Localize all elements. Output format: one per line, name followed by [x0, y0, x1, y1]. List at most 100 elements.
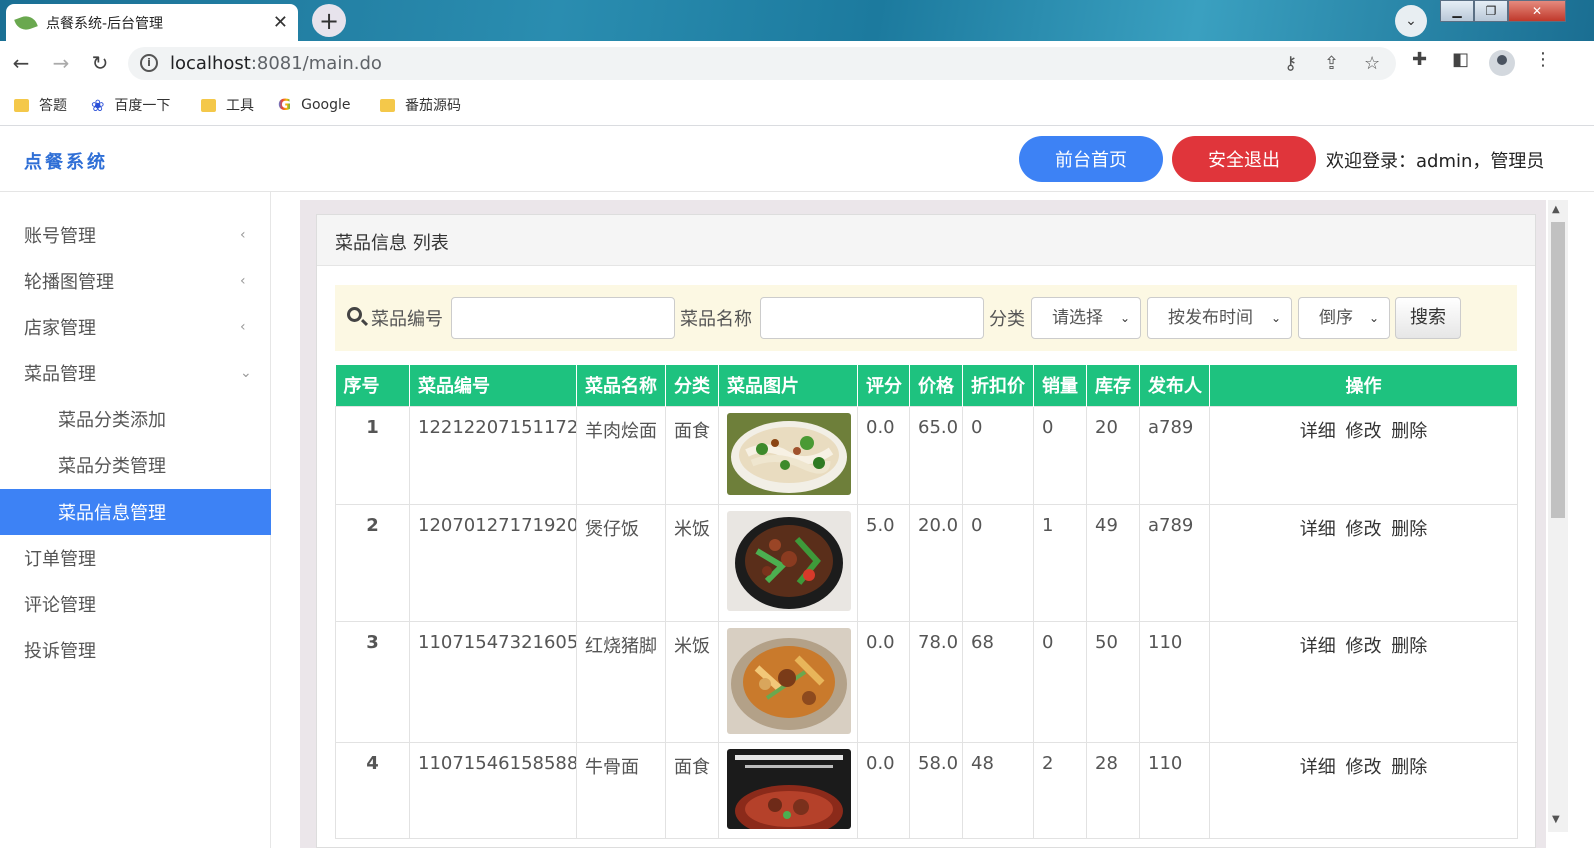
search-button[interactable]: 搜索: [1395, 297, 1461, 339]
discount-cell: 0: [962, 503, 1034, 622]
side-panel-icon[interactable]: ◧: [1452, 49, 1469, 70]
bookmark-item[interactable]: 答题: [14, 95, 67, 115]
minimize-icon[interactable]: ▁: [1440, 0, 1474, 22]
sort-field-select[interactable]: 按发布时间 ⌄: [1147, 297, 1292, 339]
edit-link[interactable]: 修改: [1346, 421, 1382, 442]
bookmark-item[interactable]: G Google: [278, 95, 351, 114]
sidebar-item-dish-info[interactable]: 菜品信息管理: [0, 489, 271, 535]
tab-search-chevron-icon[interactable]: ⌄: [1395, 5, 1427, 37]
detail-link[interactable]: 详细: [1300, 636, 1336, 657]
delete-link[interactable]: 删除: [1391, 421, 1427, 442]
logout-button[interactable]: 安全退出: [1172, 136, 1316, 182]
dish-image-beef-bone-noodle[interactable]: [727, 748, 851, 837]
scrollbar-thumb[interactable]: [1551, 222, 1565, 518]
bookmark-item[interactable]: 番茄源码: [380, 95, 461, 115]
sidebar-item-comments[interactable]: 评论管理: [0, 581, 271, 627]
url-text: localhost:8081/main.do: [170, 53, 382, 74]
delete-link[interactable]: 删除: [1391, 519, 1427, 540]
bookmark-item[interactable]: 工具: [201, 95, 254, 115]
col-header[interactable]: 价格: [909, 365, 963, 406]
col-header[interactable]: 菜品名称: [576, 365, 666, 406]
sidebar-item-dishes[interactable]: 菜品管理 ⌄: [0, 350, 271, 396]
main-content: 菜品信息 列表 菜品编号 菜品名称 分类 请选择 ⌄ 按发布时间 ⌄ 倒序 ⌄ …: [300, 200, 1546, 848]
price-cell: 65.0: [909, 405, 963, 505]
rating-cell: 0.0: [857, 741, 910, 839]
col-header[interactable]: 评分: [857, 365, 910, 406]
discount-cell: 48: [962, 741, 1034, 839]
table-row: 4 11071546158588 牛骨面 面食 0.0 58.0 48 2 28…: [335, 741, 1518, 839]
col-header[interactable]: 库存: [1086, 365, 1140, 406]
sidebar-item-category-manage[interactable]: 菜品分类管理: [0, 442, 271, 488]
dish-code-input[interactable]: [451, 297, 675, 339]
sales-cell: 2: [1033, 741, 1087, 839]
scroll-down-arrow-icon[interactable]: ▼: [1552, 814, 1560, 825]
bookmark-star-icon[interactable]: ☆: [1364, 53, 1380, 74]
dish-image-braised-pork-trotter[interactable]: [727, 627, 851, 734]
dish-image-mutton-noodle[interactable]: [727, 412, 851, 495]
panel-title: 菜品信息 列表: [335, 233, 449, 254]
vertical-scrollbar[interactable]: ▲ ▼: [1548, 200, 1568, 832]
scroll-up-arrow-icon[interactable]: ▲: [1552, 204, 1560, 215]
sidebar-item-orders[interactable]: 订单管理: [0, 535, 271, 581]
profile-avatar-icon[interactable]: [1489, 50, 1515, 76]
browser-menu-icon[interactable]: ⋮: [1534, 49, 1552, 70]
sidebar-item-complaints[interactable]: 投诉管理: [0, 627, 271, 673]
dish-image-cell: [718, 620, 858, 743]
delete-link[interactable]: 删除: [1391, 757, 1427, 778]
edit-link[interactable]: 修改: [1346, 519, 1382, 540]
sidebar-item-category-add[interactable]: 菜品分类添加: [0, 396, 271, 442]
sales-cell: 0: [1033, 405, 1087, 505]
category-select[interactable]: 请选择 ⌄: [1031, 297, 1141, 339]
extensions-puzzle-icon[interactable]: ✚: [1412, 49, 1427, 70]
restore-icon[interactable]: ❐: [1474, 0, 1508, 22]
new-tab-button[interactable]: +: [312, 4, 346, 37]
brand-title[interactable]: 点餐系统: [24, 148, 108, 174]
col-header[interactable]: 序号: [335, 365, 410, 406]
col-header[interactable]: 菜品编号: [409, 365, 577, 406]
sales-cell: 0: [1033, 620, 1087, 743]
chevron-down-icon: ⌄: [1368, 311, 1379, 325]
reload-icon[interactable]: ↻: [88, 51, 112, 75]
edit-link[interactable]: 修改: [1346, 636, 1382, 657]
search-bar: 菜品编号 菜品名称 分类 请选择 ⌄ 按发布时间 ⌄ 倒序 ⌄ 搜索: [335, 285, 1517, 351]
delete-link[interactable]: 删除: [1391, 636, 1427, 657]
forward-icon[interactable]: →: [49, 51, 73, 75]
dish-image-claypot-rice[interactable]: [727, 510, 851, 611]
chevron-down-icon: ⌄: [1119, 311, 1130, 325]
dish-name-cell: 羊肉烩面: [576, 405, 666, 505]
publisher-cell: 110: [1139, 620, 1210, 743]
dish-image-cell: [718, 503, 858, 622]
close-tab-icon[interactable]: ✕: [273, 12, 288, 33]
detail-link[interactable]: 详细: [1300, 757, 1336, 778]
welcome-text: 欢迎登录：admin，管理员: [1326, 151, 1545, 172]
sidebar-item-carousel[interactable]: 轮播图管理 ‹: [0, 258, 271, 304]
frontend-home-button[interactable]: 前台首页: [1019, 136, 1163, 182]
site-info-icon[interactable]: i: [140, 54, 158, 72]
back-icon[interactable]: ←: [9, 51, 33, 75]
dish-name-input[interactable]: [760, 297, 984, 339]
sidebar-item-accounts[interactable]: 账号管理 ‹: [0, 212, 271, 258]
window-close-icon[interactable]: ✕: [1508, 0, 1566, 22]
url-omnibox[interactable]: i localhost:8081/main.do ⚷ ⇪ ☆: [128, 47, 1396, 80]
baidu-paw-icon: ❀: [91, 95, 105, 115]
browser-tab[interactable]: 点餐系统-后台管理 ✕: [6, 4, 298, 41]
sidebar-item-shops[interactable]: 店家管理 ‹: [0, 304, 271, 350]
edit-link[interactable]: 修改: [1346, 757, 1382, 778]
password-key-icon[interactable]: ⚷: [1284, 53, 1297, 74]
sort-order-select[interactable]: 倒序 ⌄: [1298, 297, 1390, 339]
bookmark-item[interactable]: ❀ 百度一下: [91, 95, 170, 115]
bookmarks-bar: 答题 ❀ 百度一下 工具 G Google 番茄源码: [0, 85, 1594, 126]
sort-field-select-value: 按发布时间: [1168, 308, 1253, 328]
table-row: 1 12212207151172 羊肉烩面 面食 0.0 65.0 0 0 20…: [335, 405, 1518, 505]
dish-image-cell: [718, 741, 858, 839]
col-header[interactable]: 分类: [665, 365, 719, 406]
col-header[interactable]: 销量: [1033, 365, 1087, 406]
col-header[interactable]: 折扣价: [962, 365, 1034, 406]
detail-link[interactable]: 详细: [1300, 421, 1336, 442]
col-header[interactable]: 菜品图片: [718, 365, 858, 406]
col-header[interactable]: 发布人: [1139, 365, 1210, 406]
detail-link[interactable]: 详细: [1300, 519, 1336, 540]
sidebar-item-label: 账号管理: [24, 226, 96, 247]
share-icon[interactable]: ⇪: [1324, 53, 1339, 74]
stock-cell: 49: [1086, 503, 1140, 622]
